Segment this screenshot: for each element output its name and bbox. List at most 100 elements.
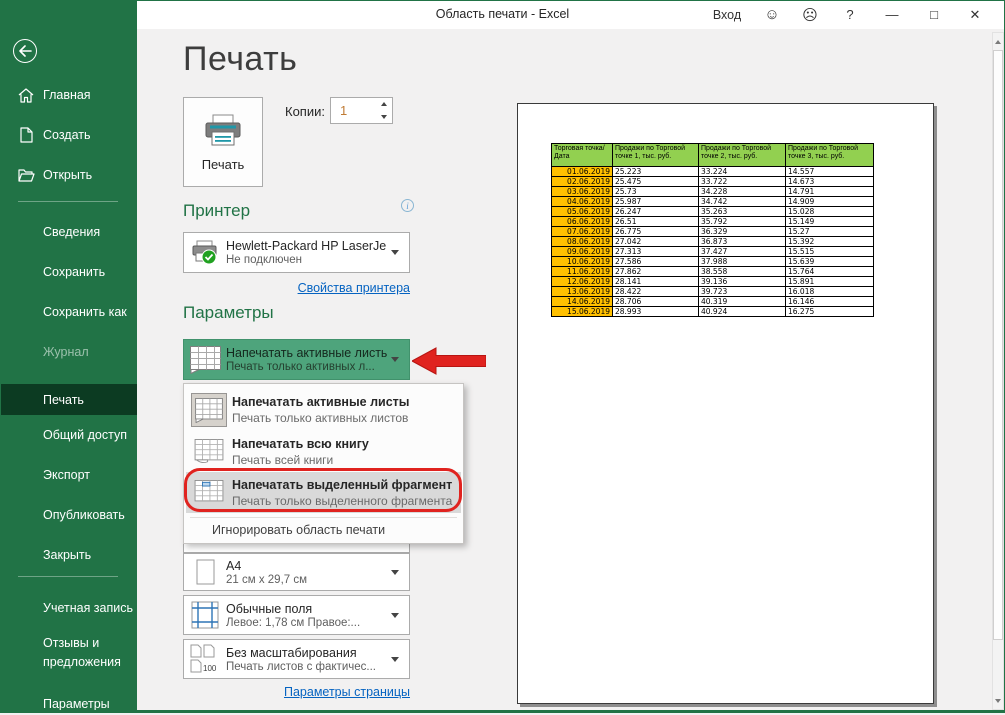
paper-size-dropdown[interactable]: A4 21 см x 29,7 см (183, 553, 410, 591)
sign-in-button[interactable]: Вход (701, 0, 753, 29)
sidebar-item-new[interactable]: Создать (0, 124, 137, 146)
sidebar-item-info[interactable]: Сведения (0, 221, 137, 243)
sidebar-item-history[interactable]: Журнал (0, 341, 137, 363)
sidebar-item-open[interactable]: Открыть (0, 164, 137, 186)
preview-date-cell: 03.06.2019 (552, 187, 613, 197)
preview-value-cell: 28.422 (613, 287, 699, 297)
copies-label: Копии: (285, 104, 325, 119)
up-arrow-icon (381, 102, 387, 106)
settings-section-heading: Параметры (183, 303, 274, 323)
print-what-dropdown[interactable]: Напечатать активные листы Печать только … (183, 339, 410, 380)
printer-icon (202, 113, 244, 149)
chevron-down-icon (391, 570, 399, 575)
preview-date-cell: 12.06.2019 (552, 277, 613, 287)
preview-value-cell: 28.706 (613, 297, 699, 307)
preview-value-cell: 15.764 (786, 267, 874, 277)
chevron-down-icon (391, 613, 399, 618)
preview-value-cell: 39.136 (699, 277, 786, 287)
printer-dropdown[interactable]: Hewlett-Packard HP LaserJe... Не подключ… (183, 232, 410, 273)
printer-status: Не подключен (226, 254, 387, 266)
preview-table-row: 03.06.2019 25.73 34.228 14.791 (552, 187, 874, 197)
preview-table-row: 13.06.2019 28.422 39.723 16.018 (552, 287, 874, 297)
preview-date-cell: 08.06.2019 (552, 237, 613, 247)
sidebar-item-save-as[interactable]: Сохранить как (0, 301, 137, 323)
preview-value-cell: 26.247 (613, 207, 699, 217)
preview-value-cell: 25.475 (613, 177, 699, 187)
maximize-icon[interactable]: □ (913, 0, 955, 29)
printer-properties-link[interactable]: Свойства принтера (183, 281, 410, 295)
copies-decrement-button[interactable] (376, 111, 392, 124)
preview-date-cell: 06.06.2019 (552, 217, 613, 227)
menu-item-active-sheets[interactable]: Напечатать активные листы Печать только … (186, 389, 461, 431)
scaling-dropdown[interactable]: 100 Без масштабирования Печать листов с … (183, 639, 410, 679)
active-sheets-icon (191, 393, 227, 427)
preview-value-cell: 26.775 (613, 227, 699, 237)
preview-value-cell: 16.018 (786, 287, 874, 297)
preview-header-cell: Торговая точка/ Дата (552, 144, 613, 167)
preview-value-cell: 34.742 (699, 197, 786, 207)
open-folder-icon (17, 166, 35, 184)
sidebar-item-close[interactable]: Закрыть (0, 544, 137, 566)
close-icon[interactable]: ✕ (955, 0, 995, 29)
sidebar-item-options[interactable]: Параметры (0, 693, 137, 715)
preview-date-cell: 09.06.2019 (552, 247, 613, 257)
preview-value-cell: 40.319 (699, 297, 786, 307)
preview-table-row: 04.06.2019 25.987 34.742 14.909 (552, 197, 874, 207)
sidebar-item-print[interactable]: Печать (0, 384, 137, 415)
preview-table-row: 11.06.2019 27.862 38.558 15.764 (552, 267, 874, 277)
sidebar-item-export[interactable]: Экспорт (0, 464, 137, 486)
backstage-sidebar: Главная Создать Открыть Сведения Сохрани… (0, 0, 137, 713)
scroll-up-button[interactable] (993, 34, 1003, 49)
menu-item-print-selection[interactable]: Напечатать выделенный фрагмент Печать то… (186, 472, 461, 513)
menu-item-ignore-print-area[interactable]: Игнорировать область печати (212, 523, 385, 537)
preview-value-cell: 15.515 (786, 247, 874, 257)
feedback-frown-icon[interactable]: ☹ (791, 0, 829, 29)
info-icon[interactable]: i (401, 199, 414, 212)
preview-value-cell: 14.673 (786, 177, 874, 187)
preview-header-row: Торговая точка/ Дата Продажи по Торговой… (552, 144, 874, 167)
copies-input[interactable] (331, 98, 376, 123)
preview-value-cell: 39.723 (699, 287, 786, 297)
scroll-down-button[interactable] (993, 693, 1003, 708)
preview-date-cell: 13.06.2019 (552, 287, 613, 297)
sidebar-item-feedback[interactable]: Отзывы и предложения (0, 631, 137, 675)
print-selection-icon (186, 480, 232, 506)
sidebar-item-share[interactable]: Общий доступ (0, 424, 137, 446)
chevron-down-icon (391, 657, 399, 662)
preview-date-cell: 01.06.2019 (552, 167, 613, 177)
help-icon[interactable]: ? (829, 0, 871, 29)
preview-value-cell: 14.791 (786, 187, 874, 197)
scaling-badge: 100 (203, 664, 217, 673)
titlebar: Область печати - Excel Вход ☺ ☹ ? — □ ✕ (0, 0, 1005, 29)
preview-value-cell: 35.792 (699, 217, 786, 227)
preview-value-cell: 15.392 (786, 237, 874, 247)
preview-value-cell: 36.329 (699, 227, 786, 237)
back-button[interactable] (13, 39, 37, 63)
preview-table: Торговая точка/ Дата Продажи по Торговой… (551, 143, 874, 317)
feedback-smile-icon[interactable]: ☺ (753, 0, 791, 29)
menu-item-entire-workbook[interactable]: Напечатать всю книгу Печать всей книги (186, 433, 461, 471)
paper-size-icon (184, 559, 226, 585)
preview-value-cell: 27.313 (613, 247, 699, 257)
sidebar-item-save[interactable]: Сохранить (0, 261, 137, 283)
minimize-icon[interactable]: — (871, 0, 913, 29)
preview-date-cell: 11.06.2019 (552, 267, 613, 277)
preview-value-cell: 15.028 (786, 207, 874, 217)
print-preview-page: Торговая точка/ Дата Продажи по Торговой… (517, 103, 934, 704)
print-button[interactable]: Печать (183, 97, 263, 187)
sidebar-item-home[interactable]: Главная (0, 84, 137, 106)
preview-value-cell: 36.873 (699, 237, 786, 247)
scrollbar-thumb[interactable] (993, 50, 1003, 640)
preview-scrollbar[interactable] (992, 32, 1004, 710)
preview-table-row: 09.06.2019 27.313 37.427 15.515 (552, 247, 874, 257)
page-setup-link[interactable]: Параметры страницы (183, 685, 410, 699)
preview-value-cell: 16.275 (786, 307, 874, 317)
preview-table-row: 05.06.2019 26.247 35.263 15.028 (552, 207, 874, 217)
home-icon (17, 86, 35, 104)
sidebar-item-publish[interactable]: Опубликовать (0, 504, 137, 526)
preview-table-row: 06.06.2019 26.51 35.792 15.149 (552, 217, 874, 227)
preview-header-cell: Продажи по Торговой точке 3, тыс. руб. (786, 144, 874, 167)
sidebar-item-account[interactable]: Учетная запись (0, 597, 137, 619)
copies-increment-button[interactable] (376, 98, 392, 111)
margins-dropdown[interactable]: Обычные поля Левое: 1,78 см Правое:... (183, 595, 410, 635)
